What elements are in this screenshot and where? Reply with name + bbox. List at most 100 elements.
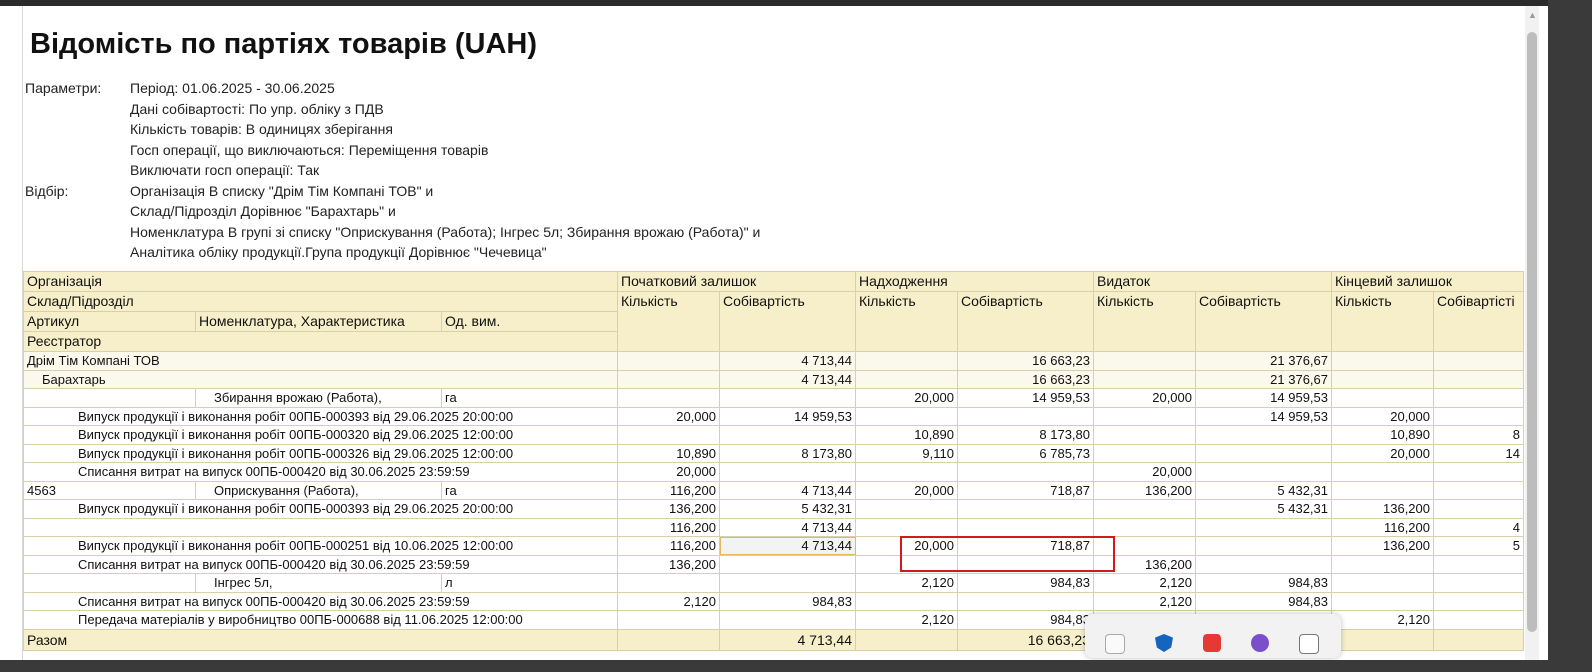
qty-cell[interactable]: 136,200	[1331, 536, 1434, 556]
cost-cell[interactable]	[1433, 499, 1524, 519]
article-cell[interactable]	[23, 573, 196, 593]
qty-cell[interactable]	[1331, 554, 1434, 574]
cost-cell[interactable]: 8 173,80	[957, 425, 1094, 445]
unit-cell[interactable]: л	[441, 573, 618, 593]
qty-cell[interactable]	[617, 610, 720, 630]
cost-cell[interactable]	[719, 573, 856, 593]
qty-cell[interactable]	[855, 499, 958, 519]
cost-cell[interactable]: 984,83	[1195, 591, 1332, 611]
qty-cell[interactable]	[1093, 369, 1196, 389]
qty-cell[interactable]: 2,120	[855, 610, 958, 630]
qty-cell[interactable]: 2,120	[1093, 573, 1196, 593]
qty-cell[interactable]	[1331, 351, 1434, 371]
table-row[interactable]: Випуск продукції і виконання робіт 00ПБ-…	[23, 536, 1524, 556]
registrar-cell[interactable]	[23, 517, 618, 537]
table-row[interactable]: 116,200 4 713,44 116,200 4	[23, 517, 1524, 537]
registrar-cell[interactable]: Випуск продукції і виконання робіт 00ПБ-…	[23, 406, 618, 426]
qty-cell[interactable]	[617, 425, 720, 445]
table-row[interactable]: Списання витрат на випуск 00ПБ-000420 ві…	[23, 462, 1524, 482]
cost-cell[interactable]	[1433, 369, 1524, 389]
cost-cell[interactable]: 21 376,67	[1195, 369, 1332, 389]
table-row[interactable]: Випуск продукції і виконання робіт 00ПБ-…	[23, 406, 1524, 426]
qty-cell[interactable]: 116,200	[1331, 517, 1434, 537]
cost-cell[interactable]: 984,83	[957, 573, 1094, 593]
cost-cell[interactable]	[719, 554, 856, 574]
cost-cell[interactable]	[1195, 536, 1332, 556]
qty-cell[interactable]: 116,200	[617, 517, 720, 537]
keyboard-icon[interactable]	[1299, 634, 1319, 654]
qty-cell[interactable]	[617, 369, 720, 389]
cost-cell[interactable]	[719, 425, 856, 445]
table-row[interactable]: Списання витрат на випуск 00ПБ-000420 ві…	[23, 554, 1524, 574]
qty-cell[interactable]: 20,000	[1331, 406, 1434, 426]
qty-cell[interactable]: 136,200	[617, 554, 720, 574]
cost-cell[interactable]: 14 959,53	[957, 388, 1094, 408]
qty-cell[interactable]	[855, 462, 958, 482]
group-label-cell[interactable]: Дрім Тім Компані ТОВ	[23, 351, 618, 371]
cost-cell[interactable]	[957, 406, 1094, 426]
cost-cell[interactable]	[719, 388, 856, 408]
cost-cell[interactable]	[1433, 406, 1524, 426]
qty-cell[interactable]: 2,120	[855, 573, 958, 593]
qty-cell[interactable]: 20,000	[617, 406, 720, 426]
shield-icon[interactable]	[1155, 634, 1173, 652]
qty-cell[interactable]: 10,890	[617, 443, 720, 463]
qty-cell[interactable]: 2,120	[617, 591, 720, 611]
qty-cell[interactable]	[1331, 591, 1434, 611]
cost-cell[interactable]: 4 713,44	[719, 536, 856, 556]
cost-cell[interactable]	[957, 499, 1094, 519]
qty-cell[interactable]	[617, 351, 720, 371]
vertical-scrollbar[interactable]: ▲	[1525, 6, 1539, 660]
cost-cell[interactable]: 6 785,73	[957, 443, 1094, 463]
qty-cell[interactable]	[1093, 517, 1196, 537]
qty-cell[interactable]: 136,200	[1093, 554, 1196, 574]
anydesk-icon[interactable]	[1203, 634, 1221, 652]
qty-cell[interactable]: 20,000	[1331, 443, 1434, 463]
qty-cell[interactable]	[855, 369, 958, 389]
viber-icon[interactable]	[1251, 634, 1269, 652]
nomenclature-cell[interactable]: Оприскування (Работа),	[195, 480, 442, 500]
qty-cell[interactable]	[855, 591, 958, 611]
qty-cell[interactable]: 116,200	[617, 536, 720, 556]
cost-cell[interactable]	[957, 554, 1094, 574]
cost-cell[interactable]	[1195, 554, 1332, 574]
cost-cell[interactable]: 984,83	[719, 591, 856, 611]
qty-cell[interactable]	[1093, 425, 1196, 445]
scroll-up-arrow-icon[interactable]: ▲	[1528, 10, 1537, 20]
registrar-cell[interactable]: Випуск продукції і виконання робіт 00ПБ-…	[23, 425, 618, 445]
registrar-cell[interactable]: Випуск продукції і виконання робіт 00ПБ-…	[23, 443, 618, 463]
cost-cell[interactable]	[1195, 443, 1332, 463]
table-row[interactable]: Випуск продукції і виконання робіт 00ПБ-…	[23, 425, 1524, 445]
cost-cell[interactable]: 718,87	[957, 536, 1094, 556]
cost-cell[interactable]	[1433, 554, 1524, 574]
nomenclature-cell[interactable]: Інгрес 5л,	[195, 573, 442, 593]
qty-cell[interactable]	[1331, 462, 1434, 482]
cost-cell[interactable]: 718,87	[957, 480, 1094, 500]
cost-cell[interactable]: 984,83	[1195, 573, 1332, 593]
table-row[interactable]: Списання витрат на випуск 00ПБ-000420 ві…	[23, 591, 1524, 611]
table-row[interactable]: Випуск продукції і виконання робіт 00ПБ-…	[23, 443, 1524, 463]
cost-cell[interactable]: 21 376,67	[1195, 351, 1332, 371]
qty-cell[interactable]: 136,200	[617, 499, 720, 519]
table-row[interactable]: Випуск продукції і виконання робіт 00ПБ-…	[23, 499, 1524, 519]
qty-cell[interactable]	[1093, 351, 1196, 371]
qty-cell[interactable]: 20,000	[855, 388, 958, 408]
cost-cell[interactable]: 8 173,80	[719, 443, 856, 463]
cost-cell[interactable]	[957, 462, 1094, 482]
qty-cell[interactable]: 2,120	[1331, 610, 1434, 630]
qty-cell[interactable]	[1331, 369, 1434, 389]
table-row[interactable]: Дрім Тім Компані ТОВ 4 713,44 16 663,23 21 …	[23, 351, 1524, 371]
qty-cell[interactable]	[1093, 406, 1196, 426]
qty-cell[interactable]	[855, 554, 958, 574]
table-row[interactable]: Барахтарь 4 713,44 16 663,23 21 376,67	[23, 369, 1524, 389]
cost-cell[interactable]	[1433, 388, 1524, 408]
table-row[interactable]: Збирання врожаю (Работа), га 20,000 14 959,…	[23, 388, 1524, 408]
cost-cell[interactable]	[1433, 610, 1524, 630]
qty-cell[interactable]	[855, 517, 958, 537]
cost-cell[interactable]: 4	[1433, 517, 1524, 537]
cost-cell[interactable]	[957, 591, 1094, 611]
article-cell[interactable]: 4563	[23, 480, 196, 500]
qty-cell[interactable]	[1093, 536, 1196, 556]
cost-cell[interactable]	[1195, 425, 1332, 445]
qty-cell[interactable]	[1331, 388, 1434, 408]
